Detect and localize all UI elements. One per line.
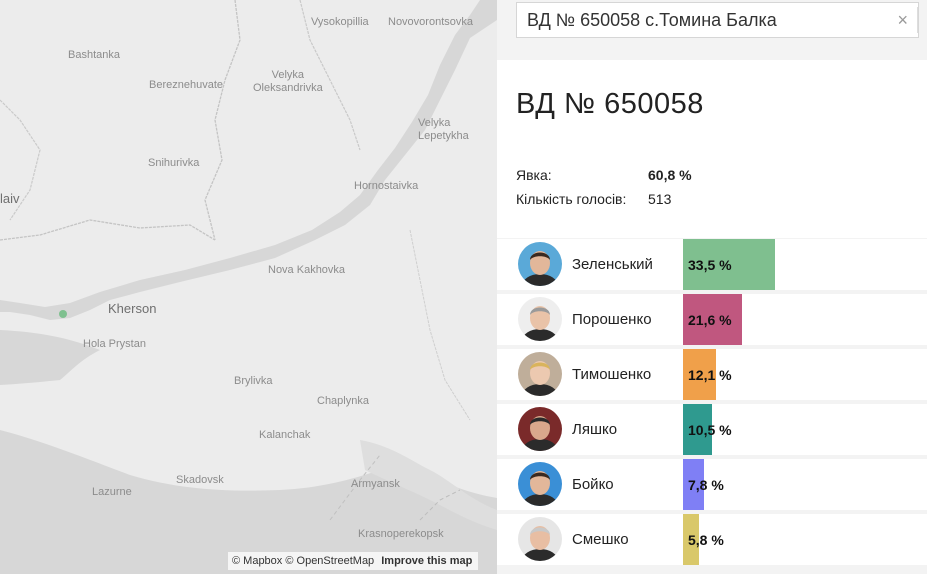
results-panel: ВД № 650058 с.Томина Балка × ВД № 650058… <box>497 0 927 574</box>
improve-map-link[interactable]: Improve this map <box>381 555 472 567</box>
candidate-row[interactable]: Смешко 5,8 % <box>497 514 927 565</box>
votes-value: 513 <box>648 191 672 207</box>
candidate-name: Ляшко <box>572 421 618 438</box>
candidate-percent: 33,5 % <box>688 257 732 273</box>
map-view[interactable]: Vysokopillia Novovorontsovka Bashtanka B… <box>0 0 497 574</box>
candidate-name: Порошенко <box>572 311 652 328</box>
map-label-novovorontsovka: Novovorontsovka <box>388 16 473 28</box>
map-label-velyka-lepetykha: Velyka Lepetykha <box>418 117 469 142</box>
candidate-avatar <box>518 462 562 506</box>
map-label-mykolaiv: laiv <box>0 191 20 206</box>
clear-search-icon[interactable]: × <box>897 10 908 31</box>
search-input[interactable]: ВД № 650058 с.Томина Балка <box>527 10 777 31</box>
map-label-brylivka: Brylivka <box>234 375 273 387</box>
map-attribution: © Mapbox © OpenStreetMap Improve this ma… <box>228 552 479 570</box>
map-label-snihurivka: Snihurivka <box>148 157 200 169</box>
map-label-kherson: Kherson <box>108 301 157 316</box>
map-label-velyka-oleksandrivka: Velyka Oleksandrivka <box>253 69 323 94</box>
map-basemap <box>0 0 497 574</box>
candidate-row[interactable]: Тимошенко 12,1 % <box>497 349 927 400</box>
map-label-chaplynka: Chaplynka <box>317 395 369 407</box>
map-label-nova-kakhovka: Nova Kakhovka <box>268 264 346 276</box>
candidate-avatar <box>518 407 562 451</box>
candidate-row[interactable]: Порошенко 21,6 % <box>497 294 927 345</box>
mapbox-link[interactable]: © Mapbox <box>232 555 282 567</box>
candidate-row[interactable]: Ляшко 10,5 % <box>497 404 927 455</box>
candidate-list: Зеленський 33,5 % Порошенко 21,6 % Тимошенко… <box>497 239 927 569</box>
candidate-avatar <box>518 517 562 561</box>
candidate-percent: 7,8 % <box>688 477 724 493</box>
map-label-bashtanka: Bashtanka <box>68 49 120 61</box>
search-divider <box>917 7 918 33</box>
candidate-percent: 21,6 % <box>688 312 732 328</box>
candidate-name: Тимошенко <box>572 366 652 383</box>
map-label-vysokopillia: Vysokopillia <box>311 16 369 28</box>
osm-link[interactable]: © OpenStreetMap <box>285 555 374 567</box>
candidate-name: Зеленський <box>572 256 653 273</box>
candidate-percent: 10,5 % <box>688 422 732 438</box>
map-label-lazurne: Lazurne <box>92 486 132 498</box>
candidate-avatar <box>518 297 562 341</box>
map-label-hola-prystan: Hola Prystan <box>83 338 146 350</box>
candidate-percent: 12,1 % <box>688 367 732 383</box>
map-label-kalanchak: Kalanchak <box>259 429 311 441</box>
candidate-percent: 5,8 % <box>688 532 724 548</box>
candidate-name: Смешко <box>572 531 629 548</box>
station-card: ВД № 650058 Явка: 60,8 % Кількість голос… <box>497 60 927 238</box>
search-box[interactable]: ВД № 650058 с.Томина Балка × <box>516 2 919 38</box>
candidate-row[interactable]: Бойко 7,8 % <box>497 459 927 510</box>
candidate-avatar <box>518 352 562 396</box>
map-label-armyansk: Armyansk <box>351 478 400 490</box>
candidate-row[interactable]: Зеленський 33,5 % <box>497 239 927 290</box>
candidate-avatar <box>518 242 562 286</box>
turnout-value: 60,8 % <box>648 167 692 183</box>
turnout-label: Явка: <box>516 167 552 183</box>
candidate-name: Бойко <box>572 476 614 493</box>
map-label-skadovsk: Skadovsk <box>176 474 224 486</box>
station-title: ВД № 650058 <box>516 88 704 120</box>
votes-label: Кількість голосів: <box>516 191 627 207</box>
map-label-krasnoperekopsk: Krasnoperekopsk <box>358 528 444 540</box>
map-label-bereznehuvate: Bereznehuvate <box>149 79 223 91</box>
map-label-hornostaivka: Hornostaivka <box>354 180 419 192</box>
